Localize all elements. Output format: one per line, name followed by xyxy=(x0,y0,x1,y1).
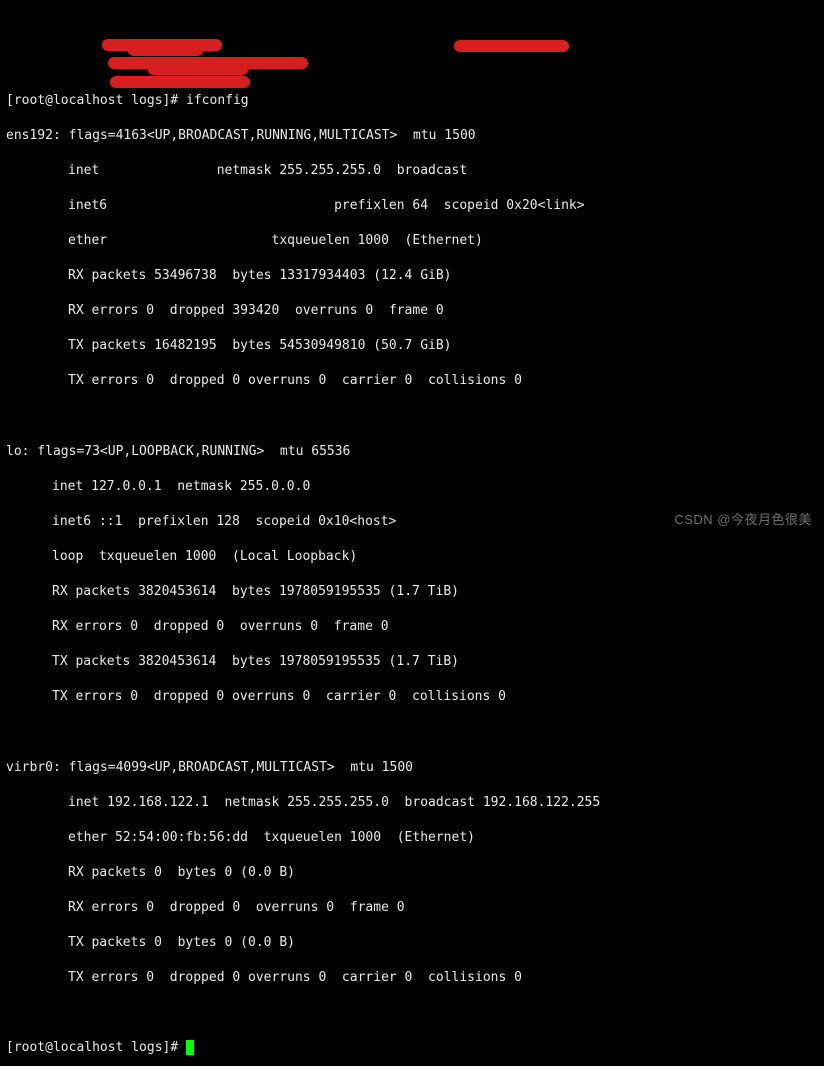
lo-tx-packets: TX packets 3820453614 bytes 197805919553… xyxy=(6,653,818,671)
lo-rx-packets: RX packets 3820453614 bytes 197805919553… xyxy=(6,583,818,601)
ens192-tx-packets: TX packets 16482195 bytes 54530949810 (5… xyxy=(6,337,818,355)
virbr0-tx-packets: TX packets 0 bytes 0 (0.0 B) xyxy=(6,934,818,952)
virbr0-header: virbr0: flags=4099<UP,BROADCAST,MULTICAS… xyxy=(6,759,818,777)
ens192-rx-errors: RX errors 0 dropped 393420 overruns 0 fr… xyxy=(6,302,818,320)
ens192-inet: inet netmask 255.255.255.0 broadcast xyxy=(6,162,818,180)
blank-line xyxy=(6,1004,818,1022)
virbr0-ether: ether 52:54:00:fb:56:dd txqueuelen 1000 … xyxy=(6,829,818,847)
lo-inet: inet 127.0.0.1 netmask 255.0.0.0 xyxy=(6,478,818,496)
blank-line xyxy=(6,408,818,426)
terminal-output[interactable]: [root@localhost logs]# ifconfig ens192: … xyxy=(6,74,818,1066)
lo-inet6: inet6 ::1 prefixlen 128 scopeid 0x10<hos… xyxy=(6,513,818,531)
redaction-mark xyxy=(128,46,203,56)
prompt-line[interactable]: [root@localhost logs]# xyxy=(6,1039,818,1057)
lo-loop: loop txqueuelen 1000 (Local Loopback) xyxy=(6,548,818,566)
shell-prompt: [root@localhost logs]# xyxy=(6,93,186,108)
virbr0-inet: inet 192.168.122.1 netmask 255.255.255.0… xyxy=(6,794,818,812)
redaction-mark xyxy=(454,40,569,52)
lo-header: lo: flags=73<UP,LOOPBACK,RUNNING> mtu 65… xyxy=(6,443,818,461)
blank-line xyxy=(6,723,818,741)
shell-prompt: [root@localhost logs]# xyxy=(6,1040,186,1055)
virbr0-tx-errors: TX errors 0 dropped 0 overruns 0 carrier… xyxy=(6,969,818,987)
redaction-mark xyxy=(102,39,222,51)
prompt-line[interactable]: [root@localhost logs]# ifconfig xyxy=(6,92,818,110)
ens192-header: ens192: flags=4163<UP,BROADCAST,RUNNING,… xyxy=(6,127,818,145)
ens192-rx-packets: RX packets 53496738 bytes 13317934403 (1… xyxy=(6,267,818,285)
lo-rx-errors: RX errors 0 dropped 0 overruns 0 frame 0 xyxy=(6,618,818,636)
ens192-inet6: inet6 prefixlen 64 scopeid 0x20<link> xyxy=(6,197,818,215)
ens192-tx-errors: TX errors 0 dropped 0 overruns 0 carrier… xyxy=(6,372,818,390)
ens192-ether: ether txqueuelen 1000 (Ethernet) xyxy=(6,232,818,250)
command-text: ifconfig xyxy=(186,93,249,108)
redaction-mark xyxy=(108,57,308,69)
cursor[interactable] xyxy=(186,1040,194,1055)
virbr0-rx-errors: RX errors 0 dropped 0 overruns 0 frame 0 xyxy=(6,899,818,917)
virbr0-rx-packets: RX packets 0 bytes 0 (0.0 B) xyxy=(6,864,818,882)
lo-tx-errors: TX errors 0 dropped 0 overruns 0 carrier… xyxy=(6,688,818,706)
